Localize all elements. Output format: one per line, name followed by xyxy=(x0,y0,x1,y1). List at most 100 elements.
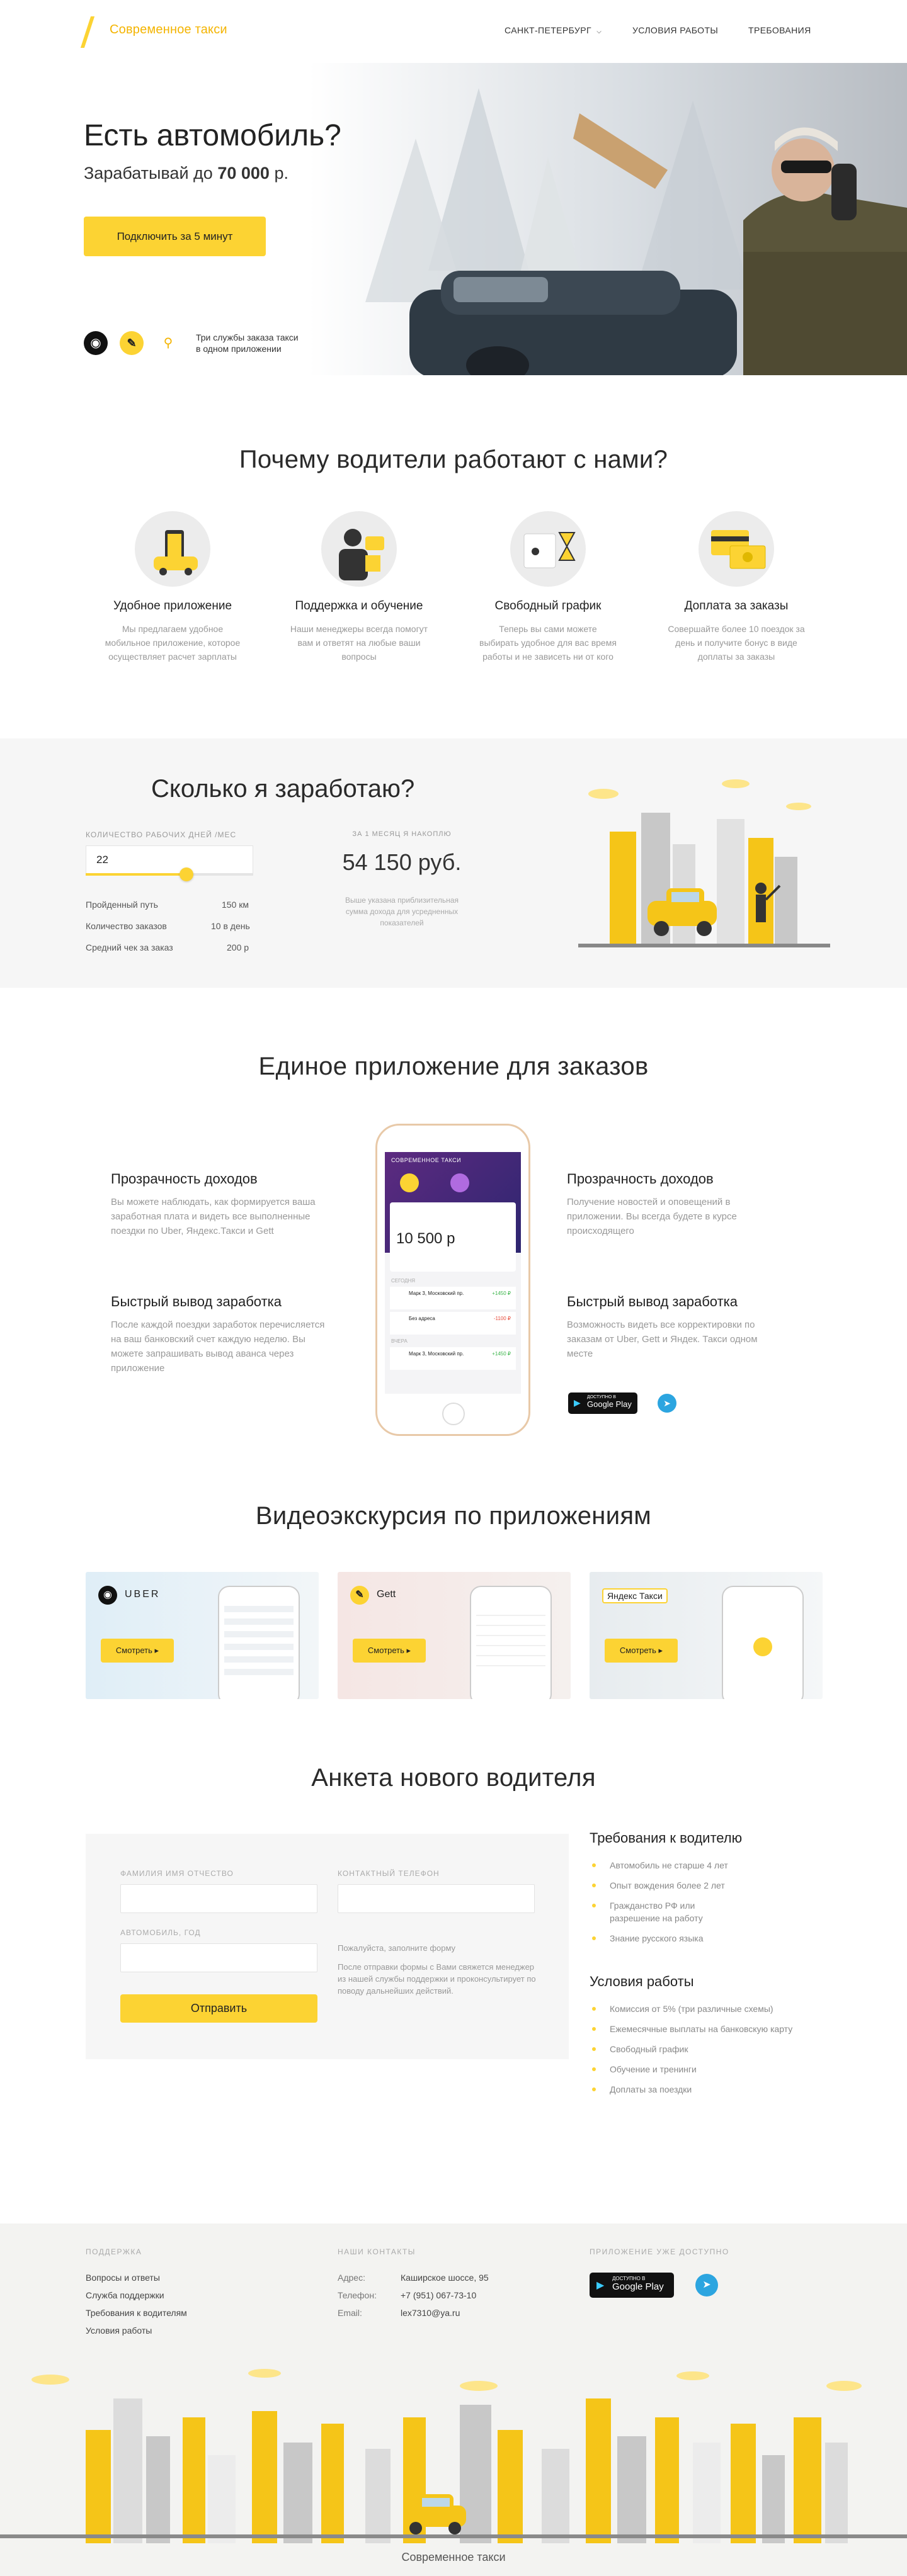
gp-label: Google Play xyxy=(587,1399,632,1409)
subtitle-amount: 70 000 xyxy=(217,164,270,183)
name-label: ФАМИЛИЯ ИМЯ ОТЧЕСТВО xyxy=(120,1869,234,1878)
app-feature-title: Быстрый вывод заработка xyxy=(567,1294,738,1309)
address-key: Адрес: xyxy=(338,2273,365,2283)
requirement-item: Знание русского языка xyxy=(590,1932,829,1945)
app-left-col-1: Прозрачность доходов Вы можете наблюдать… xyxy=(111,1171,325,1238)
feature-text: Наши менеджеры всегда помогут вам и отве… xyxy=(290,624,428,662)
play-arrow-icon: ▸ xyxy=(406,1646,411,1655)
feature-text: Совершайте более 10 поездок за день и по… xyxy=(668,624,805,662)
email-value[interactable]: lex7310@ya.ru xyxy=(401,2304,460,2322)
app-feature-title: Прозрачность доходов xyxy=(111,1171,258,1187)
car-label: АВТОМОБИЛЬ, ГОД xyxy=(120,1928,201,1937)
trip-title: Марк 3, Московский пр. xyxy=(409,1291,464,1296)
feature-title: Доплата за заказы xyxy=(684,599,789,613)
app-feature-text: Вы можете наблюдать, как формируется ваш… xyxy=(111,1197,316,1236)
services-note: Три службы заказа такси в одном приложен… xyxy=(196,332,299,354)
support-links: Вопросы и ответы Служба поддержки Требов… xyxy=(86,2269,187,2339)
app-feature-text: После каждой поездки заработок перечисля… xyxy=(111,1319,325,1374)
watch-label: Смотреть xyxy=(367,1646,404,1655)
email-key: Email: xyxy=(338,2308,362,2318)
footer-link[interactable]: Служба поддержки xyxy=(86,2286,187,2304)
brand-name: Gett xyxy=(377,1589,396,1600)
video-card-yandex: Яндекс Такси Смотреть ▸ xyxy=(590,1572,823,1699)
form-note: После отправки формы с Вами свяжется мен… xyxy=(338,1962,536,1996)
nav-conditions[interactable]: УСЛОВИЯ РАБОТЫ xyxy=(632,25,718,35)
city-skyline-illustration xyxy=(0,2361,907,2543)
footer-link[interactable]: Вопросы и ответы xyxy=(86,2269,187,2286)
trip-amount: -1100 ₽ xyxy=(493,1316,511,1321)
app-right-col-2: Быстрый вывод заработка Возможность виде… xyxy=(567,1294,781,1361)
phone-key: Телефон: xyxy=(338,2290,377,2300)
phone-app-title: СОВРЕМЕННОЕ ТАКСИ xyxy=(391,1157,462,1163)
play-arrow-icon: ▸ xyxy=(154,1646,159,1655)
submit-button[interactable]: Отправить xyxy=(120,1994,317,2023)
telegram-icon[interactable]: ➤ xyxy=(658,1394,676,1413)
subtitle-prefix: Зарабатывай до xyxy=(84,164,213,183)
subtitle-suffix: р. xyxy=(274,164,288,183)
feature-title: Удобное приложение xyxy=(113,599,232,613)
menu-preview xyxy=(476,1606,545,1675)
watch-yandex-button[interactable]: Смотреть ▸ xyxy=(605,1639,678,1663)
result-note: Выше указана приблизительная сумма доход… xyxy=(345,896,459,927)
watch-uber-button[interactable]: Смотреть ▸ xyxy=(101,1639,174,1663)
hero-section: Есть автомобиль? Зарабатывай до 70 000 р… xyxy=(0,63,907,375)
address-value: Каширское шоссе, 95 xyxy=(401,2273,489,2283)
services-note-line-1: Три службы заказа такси xyxy=(196,332,299,342)
phone-preview xyxy=(722,1586,804,1699)
site-header: Современное такси САНКТ-ПЕТЕРБУРГ ⌵ УСЛО… xyxy=(0,0,907,63)
nav-requirements[interactable]: ТРЕБОВАНИЯ xyxy=(748,25,811,35)
hero-subtitle: Зарабатывай до 70 000 р. xyxy=(84,164,288,183)
watch-gett-button[interactable]: Смотреть ▸ xyxy=(353,1639,426,1663)
days-slider-fill xyxy=(86,873,186,876)
condition-item: Комиссия от 5% (три различные схемы) xyxy=(590,2003,829,2015)
result-amount: 54 150 руб. xyxy=(342,849,462,875)
name-input[interactable] xyxy=(120,1884,317,1913)
gp-small: ДОСТУПНО В xyxy=(587,1395,616,1399)
brand-name: UBER xyxy=(125,1589,161,1600)
trip-title: Без адреса xyxy=(409,1316,435,1321)
phone-trip-row: Марк 3, Московский пр. +1450 ₽ xyxy=(390,1347,516,1370)
cash-bonus-icon xyxy=(699,511,774,587)
stat-check-label: Средний чек за заказ xyxy=(86,942,173,952)
uber-logo-icon: ◉ xyxy=(84,331,108,355)
footer-telegram-icon[interactable]: ➤ xyxy=(695,2274,718,2296)
car-input[interactable] xyxy=(120,1943,317,1972)
days-label: КОЛИЧЕСТВО РАБОЧИХ ДНЕЙ /МЕС xyxy=(86,830,237,839)
site-footer: ПОДДЕРЖКА Вопросы и ответы Служба поддер… xyxy=(0,2223,907,2576)
days-value: 22 xyxy=(96,854,108,866)
taxi-app-icon xyxy=(135,511,210,587)
footer-link[interactable]: Требования к водителям xyxy=(86,2304,187,2322)
days-slider-handle[interactable] xyxy=(179,867,193,881)
trip-title: Марк 3, Московский пр. xyxy=(409,1351,464,1357)
chevron-down-icon: ⌵ xyxy=(596,28,602,35)
phone-today-label: СЕГОДНЯ xyxy=(391,1278,416,1284)
stat-check-value: 200 р xyxy=(227,942,249,952)
footer-link[interactable]: Условия работы xyxy=(86,2322,187,2339)
app-title: Единое приложение для заказов xyxy=(258,1053,649,1080)
gp-label: Google Play xyxy=(612,2281,664,2292)
phone-value[interactable]: +7 (951) 067-73-10 xyxy=(401,2286,476,2304)
requirement-item: Опыт вождения более 2 лет xyxy=(590,1879,829,1892)
feature-schedule: Свободный график Теперь вы сами можете в… xyxy=(479,511,617,664)
nav-city-select[interactable]: САНКТ-ПЕТЕРБУРГ ⌵ xyxy=(505,25,602,35)
app-feature-title: Быстрый вывод заработка xyxy=(111,1294,282,1309)
phone-input[interactable] xyxy=(338,1884,535,1913)
services-note-line-2: в одном приложении xyxy=(196,344,282,354)
connect-button[interactable]: Подключить за 5 минут xyxy=(84,217,266,256)
phone-preview xyxy=(218,1586,300,1699)
app-feature-title: Прозрачность доходов xyxy=(567,1171,714,1187)
earnings-calculator: Сколько я заработаю? КОЛИЧЕСТВО РАБОЧИХ … xyxy=(0,738,907,988)
hero-photo xyxy=(340,63,907,375)
phone-card-icon xyxy=(450,1173,469,1192)
play-icon: ▶ xyxy=(574,1398,581,1408)
footer-google-play-button[interactable]: ▶ ДОСТУПНО В Google Play xyxy=(590,2273,674,2298)
days-slider-track[interactable] xyxy=(86,867,253,881)
google-play-button[interactable]: ▶ ДОСТУПНО В Google Play xyxy=(568,1393,637,1414)
play-icon: ▶ xyxy=(596,2280,605,2291)
condition-item: Доплаты за поездки xyxy=(590,2083,829,2096)
logo-text[interactable]: Современное такси xyxy=(110,23,227,37)
stat-orders-value: 10 в день xyxy=(211,921,250,931)
requirements-block: Требования к водителю Автомобиль не стар… xyxy=(590,1830,829,2103)
days-input[interactable]: 22 xyxy=(86,845,253,874)
app-feature-text: Получение новостей и оповещений в прилож… xyxy=(567,1197,737,1236)
